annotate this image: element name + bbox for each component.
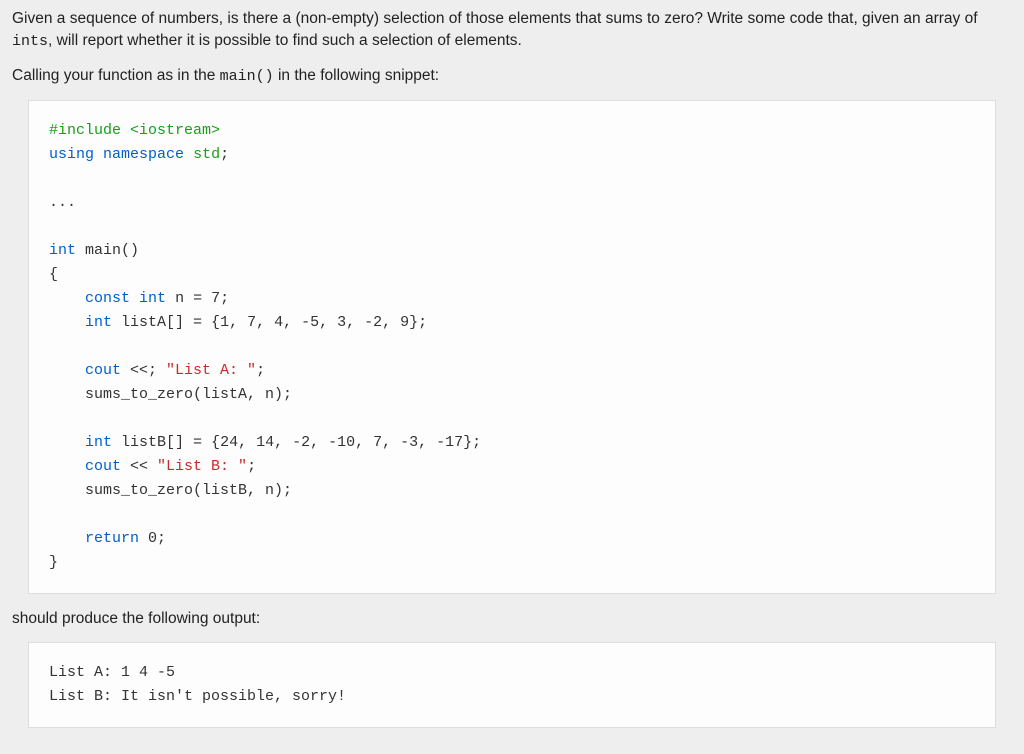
call-a: (listA, n); xyxy=(193,386,292,403)
parens: () xyxy=(121,242,139,259)
listB-decl: listB[] = { xyxy=(112,434,220,451)
text: in the following snippet: xyxy=(274,67,439,84)
n-value: 7 xyxy=(211,290,220,307)
inline-code-ints: ints xyxy=(12,33,48,50)
expected-output: List A: 1 4 -5 List B: It isn't possible… xyxy=(28,642,996,728)
listA-decl: listA[] = { xyxy=(112,314,220,331)
punct: }; xyxy=(463,434,481,451)
text: , will report whether it is possible to … xyxy=(48,32,522,49)
lbrace: { xyxy=(49,266,58,283)
punct: ; xyxy=(220,146,229,163)
problem-paragraph-2: Calling your function as in the main() i… xyxy=(12,65,1012,88)
output-line-2: List B: It isn't possible, sorry! xyxy=(49,688,346,705)
kw-int: int xyxy=(85,314,112,331)
fn-sums-to-zero: sums_to_zero xyxy=(85,482,193,499)
inline-code-main: main() xyxy=(220,68,274,85)
rbrace: } xyxy=(49,554,58,571)
insertion-op: << xyxy=(121,458,157,475)
insertion-op: <<; xyxy=(121,362,166,379)
kw-namespace: namespace xyxy=(103,146,184,163)
fn-sums-to-zero: sums_to_zero xyxy=(85,386,193,403)
kw-using: using xyxy=(49,146,94,163)
return-val: 0; xyxy=(139,530,166,547)
ns-std: std xyxy=(193,146,220,163)
preproc-include: #include xyxy=(49,122,130,139)
problem-paragraph-1: Given a sequence of numbers, is there a … xyxy=(12,8,1012,53)
string-literal-a: "List A: " xyxy=(166,362,256,379)
code-snippet-main: #include <iostream> using namespace std;… xyxy=(28,100,996,594)
punct: ; xyxy=(256,362,265,379)
include-header: <iostream> xyxy=(130,122,220,139)
kw-return: return xyxy=(85,530,139,547)
kw-int: int xyxy=(85,434,112,451)
text: Calling your function as in the xyxy=(12,67,220,84)
ellipsis: ... xyxy=(49,194,76,211)
text: Given a sequence of numbers, is there a … xyxy=(12,10,978,27)
page-content: Given a sequence of numbers, is there a … xyxy=(0,0,1024,754)
kw-int: int xyxy=(139,290,166,307)
n-decl: n = xyxy=(166,290,211,307)
call-b: (listB, n); xyxy=(193,482,292,499)
listA-values: 1, 7, 4, -5, 3, -2, 9 xyxy=(220,314,409,331)
mid-paragraph: should produce the following output: xyxy=(12,608,1012,630)
text: should produce the following output: xyxy=(12,610,260,627)
kw-const: const xyxy=(85,290,130,307)
punct: }; xyxy=(409,314,427,331)
cout: cout xyxy=(85,458,121,475)
output-line-1: List A: 1 4 -5 xyxy=(49,664,175,681)
fn-main: main xyxy=(85,242,121,259)
listB-values: 24, 14, -2, -10, 7, -3, -17 xyxy=(220,434,463,451)
punct: ; xyxy=(220,290,229,307)
punct: ; xyxy=(247,458,256,475)
string-literal-b: "List B: " xyxy=(157,458,247,475)
cout: cout xyxy=(85,362,121,379)
kw-int: int xyxy=(49,242,76,259)
